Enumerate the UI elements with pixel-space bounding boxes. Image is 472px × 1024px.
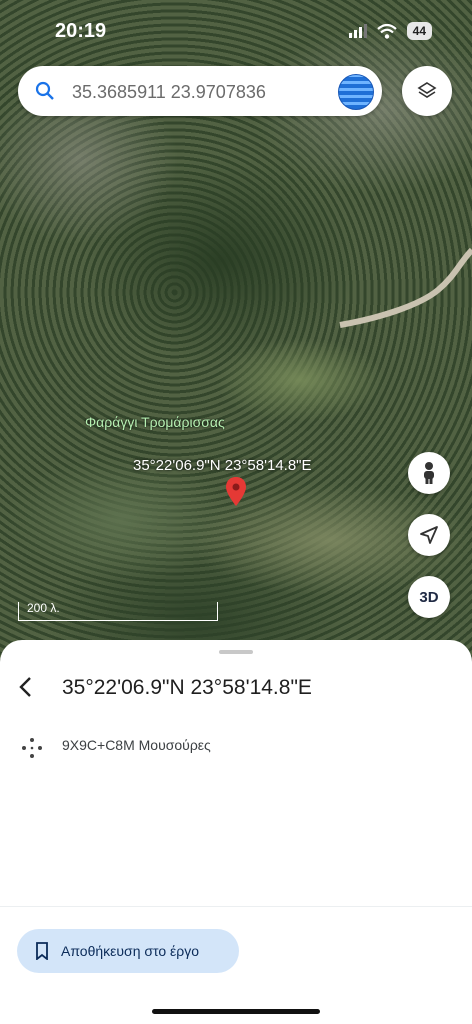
status-time: 20:19 — [55, 20, 107, 42]
sheet-drag-handle[interactable] — [219, 650, 253, 654]
place-label[interactable]: Φαράγγι Τρομάρισσας — [85, 414, 225, 430]
save-to-project-button[interactable]: Αποθήκευση στο έργο — [17, 929, 239, 973]
map-pin-icon[interactable] — [225, 476, 247, 508]
layers-button[interactable] — [402, 66, 452, 116]
home-indicator[interactable] — [152, 1009, 320, 1014]
bottom-sheet[interactable]: 35°22'06.9"N 23°58'14.8"E 9X9C+C8M Μουσο… — [0, 640, 472, 1024]
my-location-button[interactable] — [408, 514, 450, 556]
search-icon[interactable] — [34, 80, 56, 102]
search-bar[interactable] — [18, 66, 382, 116]
scale-label: 200 λ. — [27, 601, 60, 615]
search-input[interactable] — [70, 76, 324, 108]
location-title: 35°22'06.9"N 23°58'14.8"E — [62, 676, 312, 699]
layers-icon — [417, 82, 437, 98]
plus-code-icon — [22, 738, 42, 758]
wifi-icon — [376, 23, 397, 39]
signal-icon — [348, 24, 367, 38]
pegman-icon — [424, 462, 434, 484]
scale-bar: 200 λ. — [18, 601, 218, 621]
battery-indicator: 44 — [406, 22, 432, 40]
back-arrow-icon[interactable] — [14, 675, 38, 699]
bookmark-icon — [36, 942, 48, 960]
profile-avatar[interactable] — [338, 74, 374, 110]
save-button-label: Αποθήκευση στο έργο — [61, 943, 200, 959]
pin-coordinate-label: 35°22'06.9"N 23°58'14.8"E — [133, 457, 312, 474]
plus-code-text[interactable]: 9X9C+C8M Μουσούρες — [62, 737, 211, 753]
navigation-arrow-icon — [420, 526, 438, 544]
divider — [0, 906, 472, 907]
status-bar: 20:19 44 — [0, 0, 472, 60]
street-view-button[interactable] — [408, 452, 450, 494]
3d-button[interactable]: 3D — [408, 576, 450, 618]
